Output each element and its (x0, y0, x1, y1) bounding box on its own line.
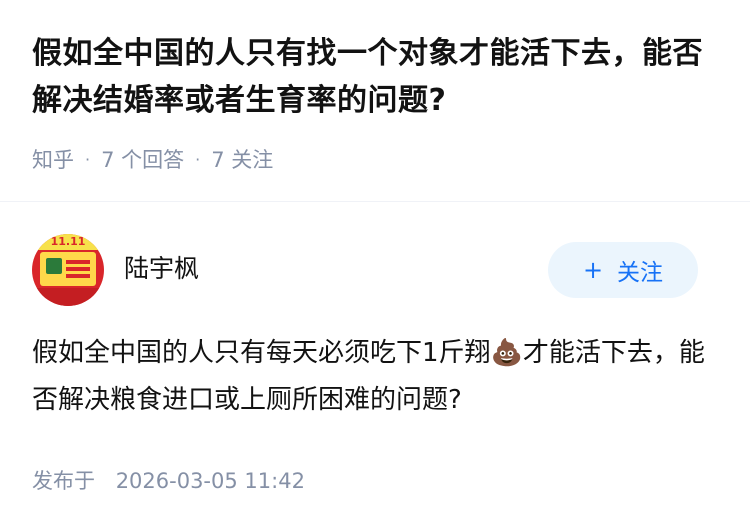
question-title[interactable]: 假如全中国的人只有找一个对象才能活下去，能否解决结婚率或者生育率的问题? (32, 30, 722, 124)
avatar-card (40, 252, 96, 286)
avatar-banner-text: 11.11 (32, 234, 104, 250)
author-name[interactable]: 陆宇枫 (124, 252, 199, 286)
question-meta: 知乎 · 7 个回答 · 7 关注 (32, 146, 273, 174)
follow-button[interactable]: + 关注 (548, 242, 698, 298)
publish-datetime: 2026-03-05 11:42 (115, 469, 305, 493)
avatar[interactable]: 11.11 (32, 234, 104, 306)
publish-info: 发布于 2026-03-05 11:42 (32, 466, 305, 496)
answer-page: 假如全中国的人只有找一个对象才能活下去，能否解决结婚率或者生育率的问题? 知乎 … (0, 0, 750, 532)
answer-content[interactable]: 假如全中国的人只有每天必须吃下1斤翔💩才能活下去，能否解决粮食进口或上厕所困难的… (32, 330, 722, 424)
meta-separator: · (195, 150, 201, 169)
answer-count[interactable]: 7 个回答 (101, 146, 184, 174)
answer-text-before: 假如全中国的人只有每天必须吃下1斤翔 (32, 338, 491, 368)
follow-count[interactable]: 7 关注 (211, 146, 273, 174)
author-row: 11.11 陆宇枫 + 关注 (32, 234, 698, 306)
divider (0, 201, 750, 202)
avatar-bottom (32, 288, 104, 306)
follow-button-label: 关注 (617, 260, 664, 286)
poop-emoji-icon: 💩 (490, 338, 523, 368)
meta-separator: · (85, 150, 91, 169)
source-label[interactable]: 知乎 (32, 146, 74, 174)
question-header: 假如全中国的人只有找一个对象才能活下去，能否解决结婚率或者生育率的问题? (32, 30, 722, 124)
publish-label: 发布于 (32, 469, 95, 493)
plus-icon: + (582, 256, 604, 284)
